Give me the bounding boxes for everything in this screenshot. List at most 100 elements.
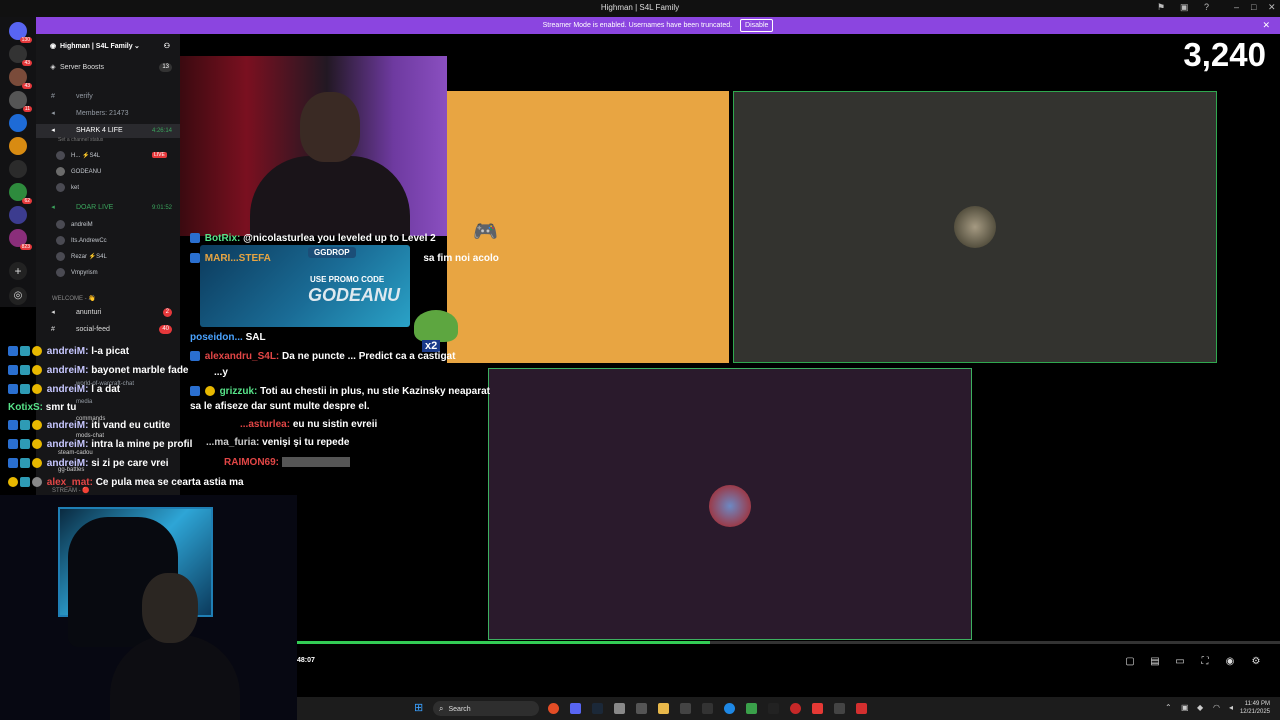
app-icon[interactable] [768, 703, 779, 714]
app-icon[interactable] [856, 703, 867, 714]
video-progress-bar[interactable] [297, 641, 1280, 644]
direct-messages-icon[interactable]: 130 [9, 22, 32, 43]
category-stream[interactable]: STREAM - 🔴 [52, 487, 90, 494]
server-icon[interactable] [9, 114, 27, 132]
sub-badge-icon [20, 458, 30, 469]
server-icon[interactable]: 62 [9, 183, 32, 204]
disable-streamer-mode-button[interactable]: Disable [740, 19, 774, 32]
voice-user[interactable]: ket [56, 181, 79, 195]
help-icon[interactable]: ? [1204, 2, 1209, 12]
chat-message: KotixS: smr tu [8, 402, 77, 413]
server-icon[interactable] [9, 137, 27, 155]
file-explorer-icon[interactable] [658, 703, 669, 714]
app-icon[interactable] [702, 703, 713, 714]
members-count-channel[interactable]: ◂ Members: 21473 [36, 107, 180, 121]
avatar [56, 150, 65, 160]
voice-user[interactable]: Its.AndrewCc [56, 234, 107, 248]
discover-icon[interactable]: ◎ [9, 287, 27, 305]
call-tile-discord[interactable]: 🎮 [447, 91, 729, 363]
tray-chevron-icon[interactable]: ⌃ [1165, 703, 1172, 712]
unread-badge: 130 [19, 37, 32, 43]
discord-icon[interactable] [570, 703, 581, 714]
wifi-icon[interactable]: ◠ [1213, 703, 1220, 712]
voice-user[interactable]: andreiM [56, 218, 93, 232]
voice-user[interactable]: GODEANU [56, 165, 101, 179]
app-icon[interactable] [680, 703, 691, 714]
sub-badge-icon [20, 384, 30, 395]
inbox-icon[interactable]: ⚑ [1157, 2, 1165, 13]
app-icon[interactable] [636, 703, 647, 714]
voice-user[interactable]: Rezar ⚡S4L [56, 250, 107, 264]
server-icon[interactable]: 43 [9, 45, 32, 66]
chat-message: andreiM: si zi pe care vrei [8, 458, 169, 469]
voice-channel-doar-live[interactable]: ◂ DOAR LIVE 9:01:52 [36, 201, 180, 215]
app-icon[interactable] [790, 703, 801, 714]
discord-logo-icon: 🎮 [473, 221, 498, 243]
crown-badge-icon [32, 439, 42, 450]
close-banner-icon[interactable]: ✕ [1262, 17, 1270, 34]
voice-timer: 9:01:52 [151, 205, 172, 211]
promo-line: USE PROMO CODE [310, 275, 385, 284]
tray-app-icon[interactable]: ◆ [1197, 703, 1203, 712]
screen-share-icon[interactable]: ▣ [1180, 2, 1189, 13]
crown-badge-icon [204, 386, 215, 397]
avatar [56, 219, 65, 229]
minimize-icon[interactable]: – [1234, 2, 1239, 12]
streamer-head [142, 573, 198, 643]
server-icon[interactable] [9, 160, 27, 178]
streamer-body [250, 156, 410, 236]
platform-badge-icon [190, 386, 200, 397]
app-icon[interactable] [746, 703, 757, 714]
windows-start-icon[interactable]: ⊞ [414, 703, 425, 714]
chat-message: andreiM: iti vand eu cutite [8, 420, 170, 431]
brave-icon[interactable] [812, 703, 823, 714]
badge-icon [32, 477, 42, 488]
chat-message: ...asturlea: eu nu sistin evreii [240, 419, 378, 430]
server-icon[interactable] [9, 206, 27, 224]
platform-badge-icon [8, 346, 18, 357]
server-icon[interactable]: 823 [9, 229, 32, 250]
invite-people-icon[interactable]: ⚇ [164, 40, 170, 54]
server-rail: 130 43 43 11 62 823 + ◎ [0, 17, 36, 307]
maximize-icon[interactable]: □ [1251, 2, 1256, 12]
platform-badge-icon [8, 439, 18, 450]
voice-user[interactable]: Vmpyrism [56, 266, 98, 280]
theater-mode-icon[interactable]: ▭ [1174, 656, 1186, 668]
chrome-icon[interactable] [548, 703, 559, 714]
category-welcome[interactable]: WELCOME - 👋 [52, 295, 96, 302]
channel-social-feed[interactable]: # social-feed 40 [36, 323, 180, 337]
sub-badge-icon [20, 439, 30, 450]
tray-app-icon[interactable]: ▣ [1181, 703, 1189, 712]
settings-gear-icon[interactable]: ⚙ [1250, 656, 1262, 668]
app-icon[interactable] [724, 703, 735, 714]
system-clock[interactable]: 11:49 PM 12/21/2025 [1240, 700, 1270, 716]
clip-icon[interactable]: ◉ [1224, 656, 1236, 668]
close-window-icon[interactable]: ✕ [1268, 2, 1276, 13]
server-icon[interactable]: 43 [9, 68, 32, 89]
fullscreen-icon[interactable]: ⛶ [1199, 656, 1211, 668]
voice-channel-shark[interactable]: ◂ SHARK 4 LIFE 4:26:14 [36, 124, 180, 138]
channel-verify[interactable]: # verify [36, 90, 180, 104]
avatar [56, 251, 65, 261]
speaker-locked-icon: ◂ [51, 110, 55, 117]
volume-icon[interactable]: ◂ [1229, 703, 1233, 712]
app-icon[interactable] [614, 703, 625, 714]
server-name-header[interactable]: ◉ Highman | S4L Family ⌄ ⚇ [36, 40, 180, 54]
server-boosts[interactable]: ◈ Server Boosts 13 [36, 61, 180, 75]
miniplayer-icon[interactable]: ▢ [1124, 656, 1136, 668]
voice-user[interactable]: H... ⚡S4L [56, 149, 100, 163]
channel-status[interactable]: Set a channel status [58, 137, 103, 143]
channel-anunturi[interactable]: ◂ anunturi 2 [36, 306, 180, 320]
streamer-mode-banner: Streamer Mode is enabled. Usernames have… [36, 17, 1280, 34]
app-icon[interactable] [834, 703, 845, 714]
crown-badge-icon [32, 365, 42, 376]
call-tile-participant[interactable] [488, 368, 972, 640]
steam-icon[interactable] [592, 703, 603, 714]
call-tile-participant[interactable] [733, 91, 1217, 363]
popout-icon[interactable]: ▤ [1149, 656, 1161, 668]
taskbar-search[interactable]: ⌕ Search [433, 701, 539, 716]
sub-badge-icon [20, 346, 30, 357]
unread-badge: 43 [22, 60, 32, 66]
server-icon[interactable]: 11 [9, 91, 32, 112]
add-server-icon[interactable]: + [9, 262, 27, 280]
